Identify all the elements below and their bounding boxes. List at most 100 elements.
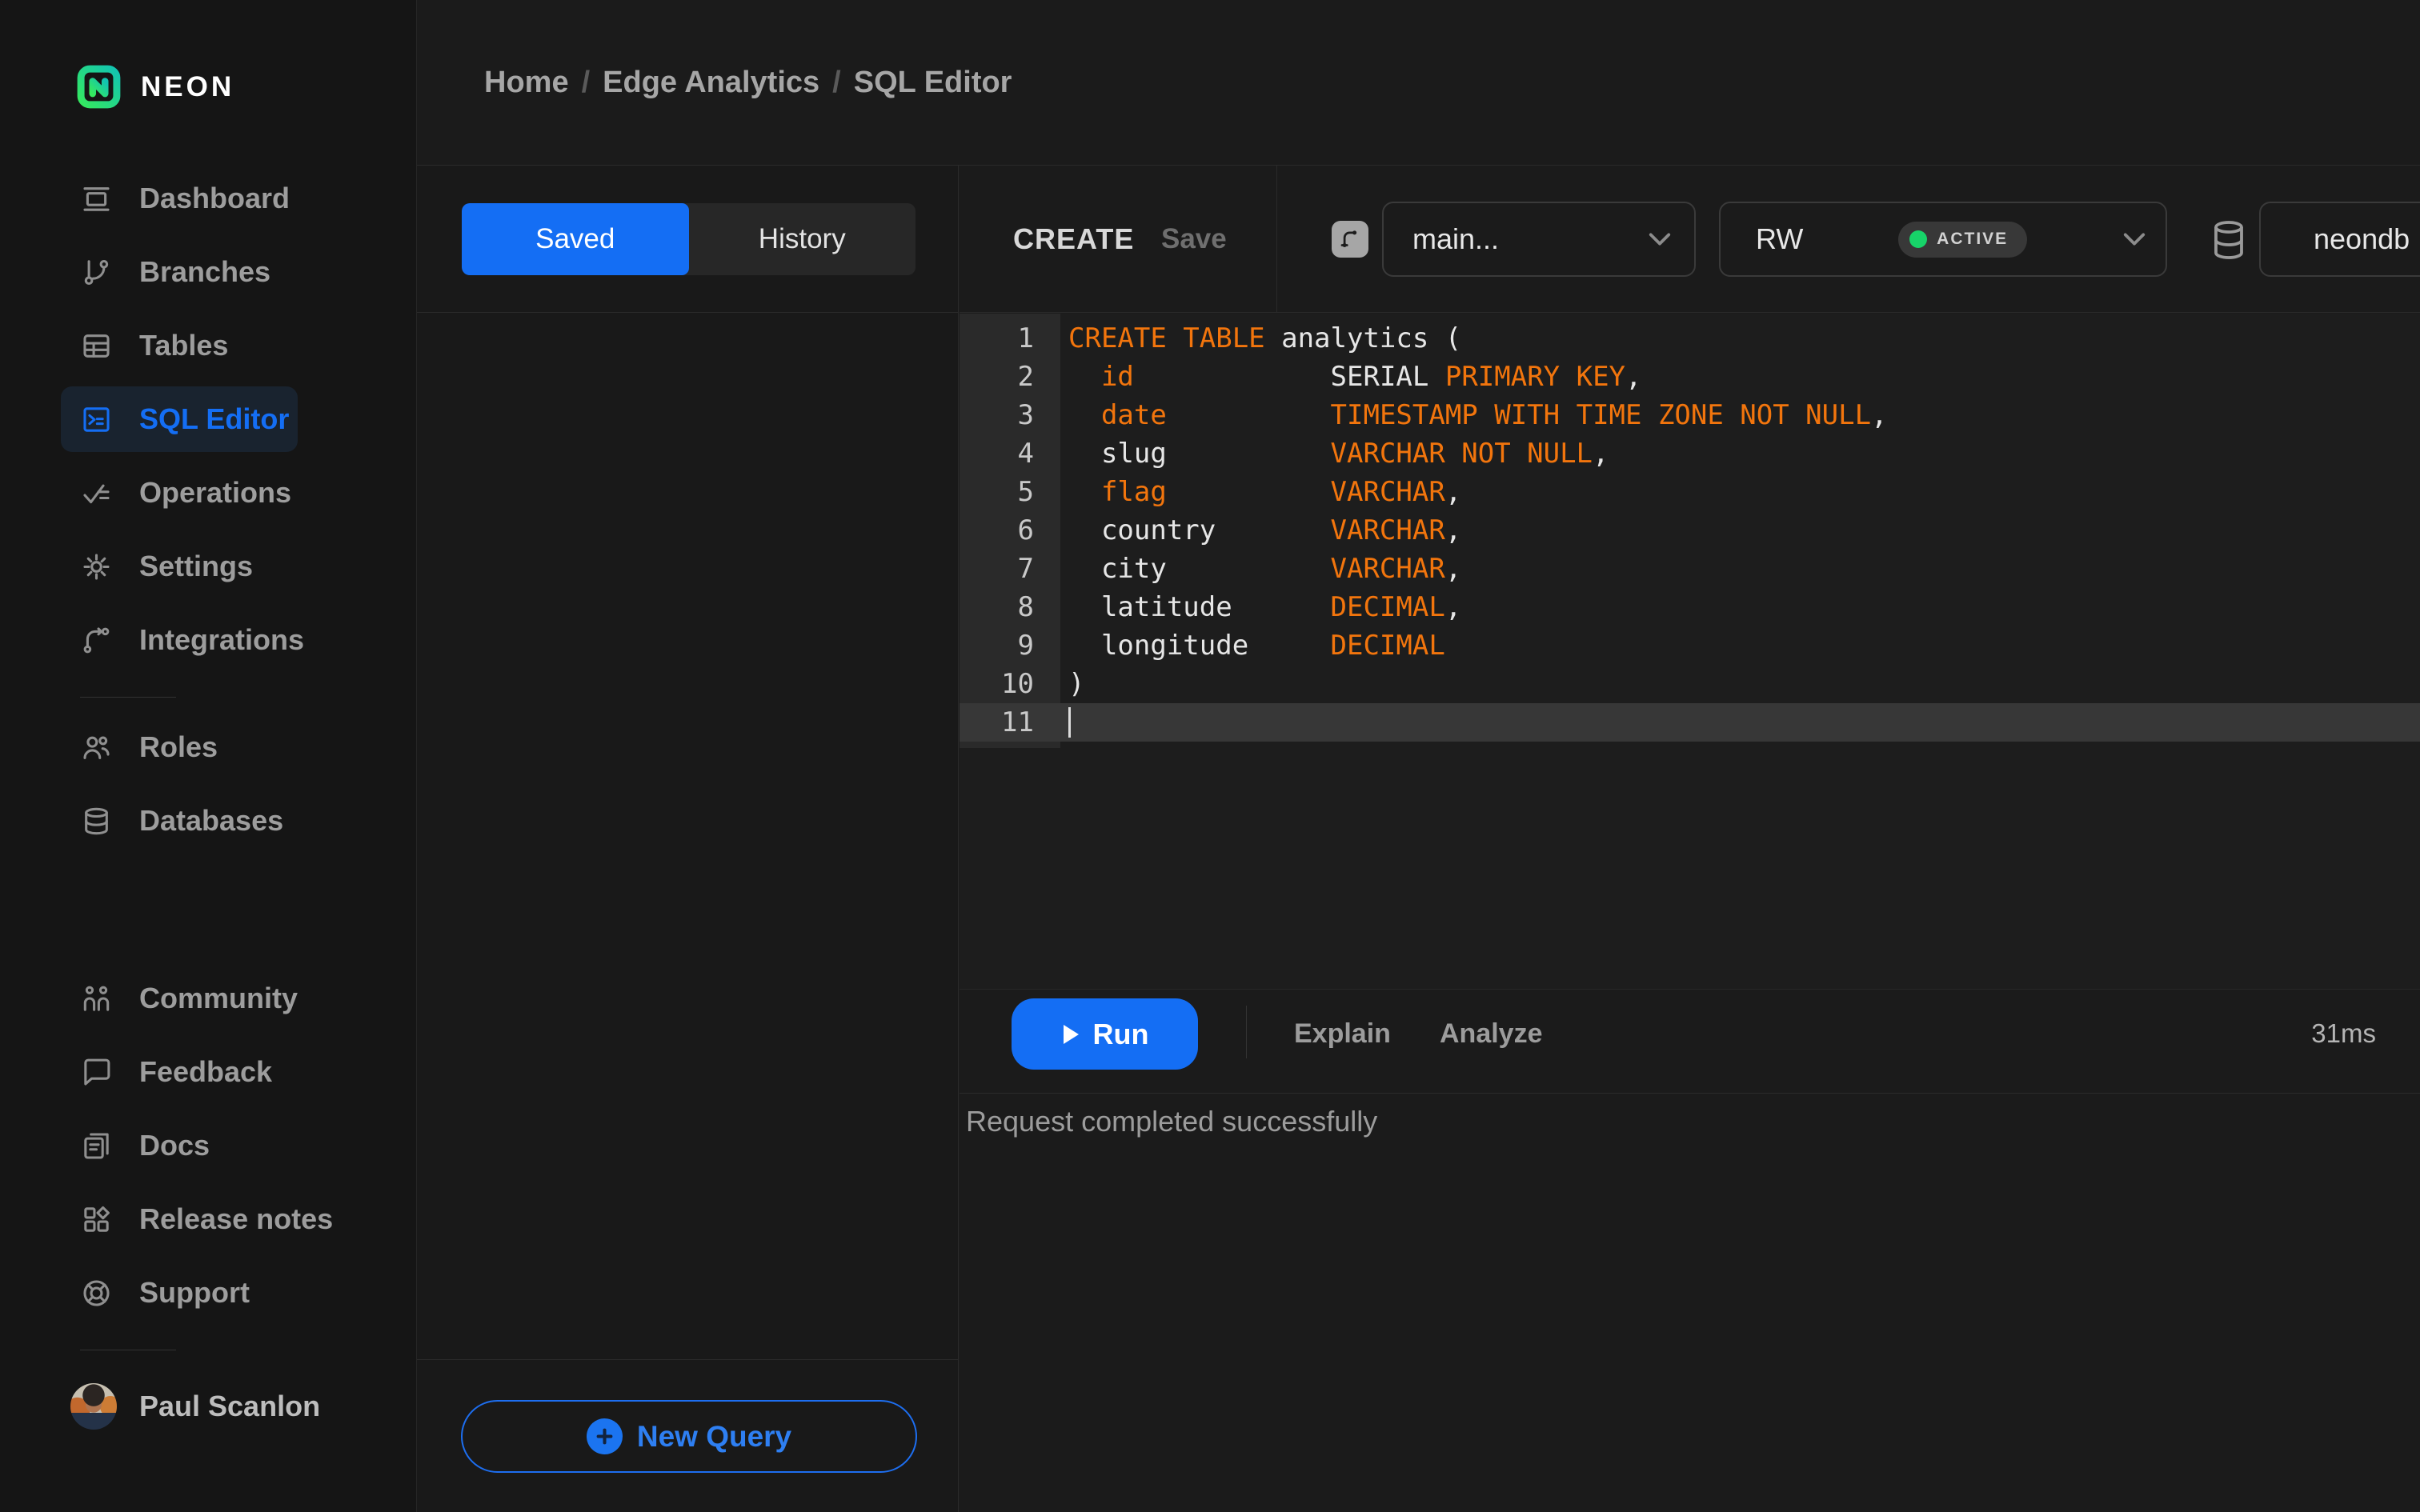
code-text bbox=[1060, 703, 1071, 742]
user-menu[interactable]: Paul Scanlon bbox=[0, 1363, 416, 1450]
editor-header: CREATE Save main... RW ACTIVE neondb bbox=[960, 166, 2420, 313]
query-title: CREATE bbox=[1013, 222, 1135, 255]
queries-panel-footer-divider bbox=[417, 1359, 958, 1360]
plus-circle-icon bbox=[586, 1418, 623, 1454]
databases-icon bbox=[80, 805, 113, 838]
roles-icon bbox=[80, 731, 113, 764]
code-text: city VARCHAR, bbox=[1068, 553, 1462, 585]
status-message: Request completed successfully bbox=[960, 1093, 2420, 1512]
code-text: latitude DECIMAL, bbox=[1068, 591, 1462, 623]
editor-action-bar: Run Explain Analyze 31ms bbox=[960, 989, 2420, 1093]
release-notes-icon bbox=[80, 1203, 113, 1236]
compute-select[interactable]: RW ACTIVE bbox=[1719, 202, 2167, 277]
sidebar-item-settings[interactable]: Settings bbox=[0, 530, 416, 603]
line-number: 3 bbox=[1017, 399, 1034, 431]
sidebar-item-docs[interactable]: Docs bbox=[0, 1109, 416, 1182]
sidebar-secondary-group: Roles Databases bbox=[0, 710, 416, 858]
code-text: slug VARCHAR NOT NULL, bbox=[1068, 438, 1609, 470]
branch-merge-icon[interactable] bbox=[1332, 221, 1368, 258]
breadcrumb: Home / Edge Analytics / SQL Editor bbox=[417, 0, 2420, 166]
sidebar-item-label: Settings bbox=[139, 550, 254, 582]
integrations-icon bbox=[80, 624, 113, 657]
sidebar-item-label: Release notes bbox=[139, 1202, 334, 1235]
run-button[interactable]: Run bbox=[1012, 998, 1198, 1070]
tab-history[interactable]: History bbox=[689, 203, 916, 275]
code-line-7: 7 city VARCHAR, bbox=[960, 550, 2420, 588]
action-bar-divider bbox=[1246, 1006, 1247, 1058]
sidebar-item-label: Operations bbox=[139, 476, 292, 509]
analyze-button[interactable]: Analyze bbox=[1440, 990, 1543, 1078]
sidebar-item-support[interactable]: Support bbox=[0, 1256, 416, 1330]
status-label: ACTIVE bbox=[1937, 230, 2009, 248]
chevron-down-icon bbox=[2123, 233, 2146, 246]
breadcrumb-project[interactable]: Edge Analytics bbox=[603, 66, 819, 100]
sidebar-nav: Dashboard Branches Tables SQL Editor Operati… bbox=[0, 162, 416, 858]
branch-select-value: main... bbox=[1412, 222, 1500, 255]
line-number: 6 bbox=[1017, 514, 1034, 546]
code-line-2: 2 id SERIAL PRIMARY KEY, bbox=[960, 358, 2420, 396]
code-line-6: 6 country VARCHAR, bbox=[960, 511, 2420, 550]
status-badge: ACTIVE bbox=[1898, 221, 2028, 258]
sql-code-editor[interactable]: 1 CREATE TABLE analytics (2 id SERIAL PRI… bbox=[960, 314, 2420, 989]
line-number: 4 bbox=[1017, 438, 1034, 470]
code-line-11: 11 bbox=[960, 703, 2420, 742]
header-divider bbox=[1276, 166, 1277, 312]
neon-console-app: NEON Dashboard Branches Tables SQL Editor Op… bbox=[0, 0, 2420, 1512]
community-icon bbox=[80, 982, 113, 1015]
sidebar-item-label: Roles bbox=[139, 730, 218, 763]
sidebar-item-label: Support bbox=[139, 1276, 250, 1309]
brand-logo[interactable]: NEON bbox=[76, 64, 234, 110]
sidebar-item-label: SQL Editor bbox=[139, 402, 290, 435]
sidebar-footer: Community Feedback Docs Release notes Suppor… bbox=[0, 962, 416, 1450]
sidebar-item-label: Branches bbox=[139, 255, 271, 288]
sidebar-item-label: Integrations bbox=[139, 623, 305, 656]
chevron-down-icon bbox=[1649, 233, 1671, 246]
sidebar-item-databases[interactable]: Databases bbox=[0, 784, 416, 858]
sidebar-item-integrations[interactable]: Integrations bbox=[0, 603, 416, 677]
sidebar-item-dashboard[interactable]: Dashboard bbox=[0, 162, 416, 235]
sidebar-item-operations[interactable]: Operations bbox=[0, 456, 416, 530]
code-text: flag VARCHAR, bbox=[1100, 476, 1462, 508]
line-number: 2 bbox=[1017, 361, 1034, 393]
feedback-icon bbox=[80, 1056, 113, 1089]
sidebar-divider bbox=[80, 697, 176, 698]
user-name: Paul Scanlon bbox=[139, 1390, 321, 1422]
compute-select-value: RW bbox=[1756, 222, 1804, 255]
sidebar-item-community[interactable]: Community bbox=[0, 962, 416, 1035]
sidebar-item-roles[interactable]: Roles bbox=[0, 710, 416, 784]
line-number: 7 bbox=[1017, 553, 1034, 585]
brand-name: NEON bbox=[141, 70, 235, 102]
database-select-value: neondb bbox=[2314, 222, 2410, 255]
explain-button[interactable]: Explain bbox=[1294, 990, 1391, 1078]
support-icon bbox=[80, 1277, 113, 1310]
sidebar-main-group: Dashboard Branches Tables SQL Editor Operati… bbox=[0, 162, 416, 677]
line-number: 10 bbox=[1001, 668, 1034, 700]
sidebar-item-sql-editor[interactable]: SQL Editor bbox=[0, 382, 416, 456]
sidebar-footer-group: Community Feedback Docs Release notes Suppor… bbox=[0, 962, 416, 1330]
line-number: 9 bbox=[1017, 630, 1034, 662]
run-label: Run bbox=[1092, 1017, 1149, 1050]
sidebar-item-label: Dashboard bbox=[139, 182, 290, 214]
code-line-5: 5 flag VARCHAR, bbox=[960, 473, 2420, 511]
queries-tabs-row: Saved History bbox=[417, 166, 958, 313]
code-line-8: 8 latitude DECIMAL, bbox=[960, 588, 2420, 626]
sidebar-item-release-notes[interactable]: Release notes bbox=[0, 1182, 416, 1256]
database-select[interactable]: neondb bbox=[2259, 202, 2420, 277]
line-number: 5 bbox=[1017, 476, 1034, 508]
avatar bbox=[70, 1383, 117, 1430]
docs-icon bbox=[80, 1130, 113, 1162]
save-button[interactable]: Save bbox=[1161, 166, 1227, 312]
sidebar-item-feedback[interactable]: Feedback bbox=[0, 1035, 416, 1109]
settings-icon bbox=[80, 550, 113, 583]
tab-saved[interactable]: Saved bbox=[462, 203, 689, 275]
code-text: country VARCHAR, bbox=[1068, 514, 1462, 546]
sidebar-item-branches[interactable]: Branches bbox=[0, 235, 416, 309]
sql-editor-panel: CREATE Save main... RW ACTIVE neondb 1 C… bbox=[960, 166, 2420, 1512]
breadcrumb-home[interactable]: Home bbox=[484, 66, 569, 100]
branches-icon bbox=[80, 256, 113, 289]
new-query-button[interactable]: New Query bbox=[461, 1400, 917, 1473]
sidebar-item-tables[interactable]: Tables bbox=[0, 309, 416, 382]
branch-select[interactable]: main... bbox=[1382, 202, 1696, 277]
sidebar-item-label: Community bbox=[139, 982, 298, 1014]
play-icon bbox=[1063, 1024, 1079, 1044]
